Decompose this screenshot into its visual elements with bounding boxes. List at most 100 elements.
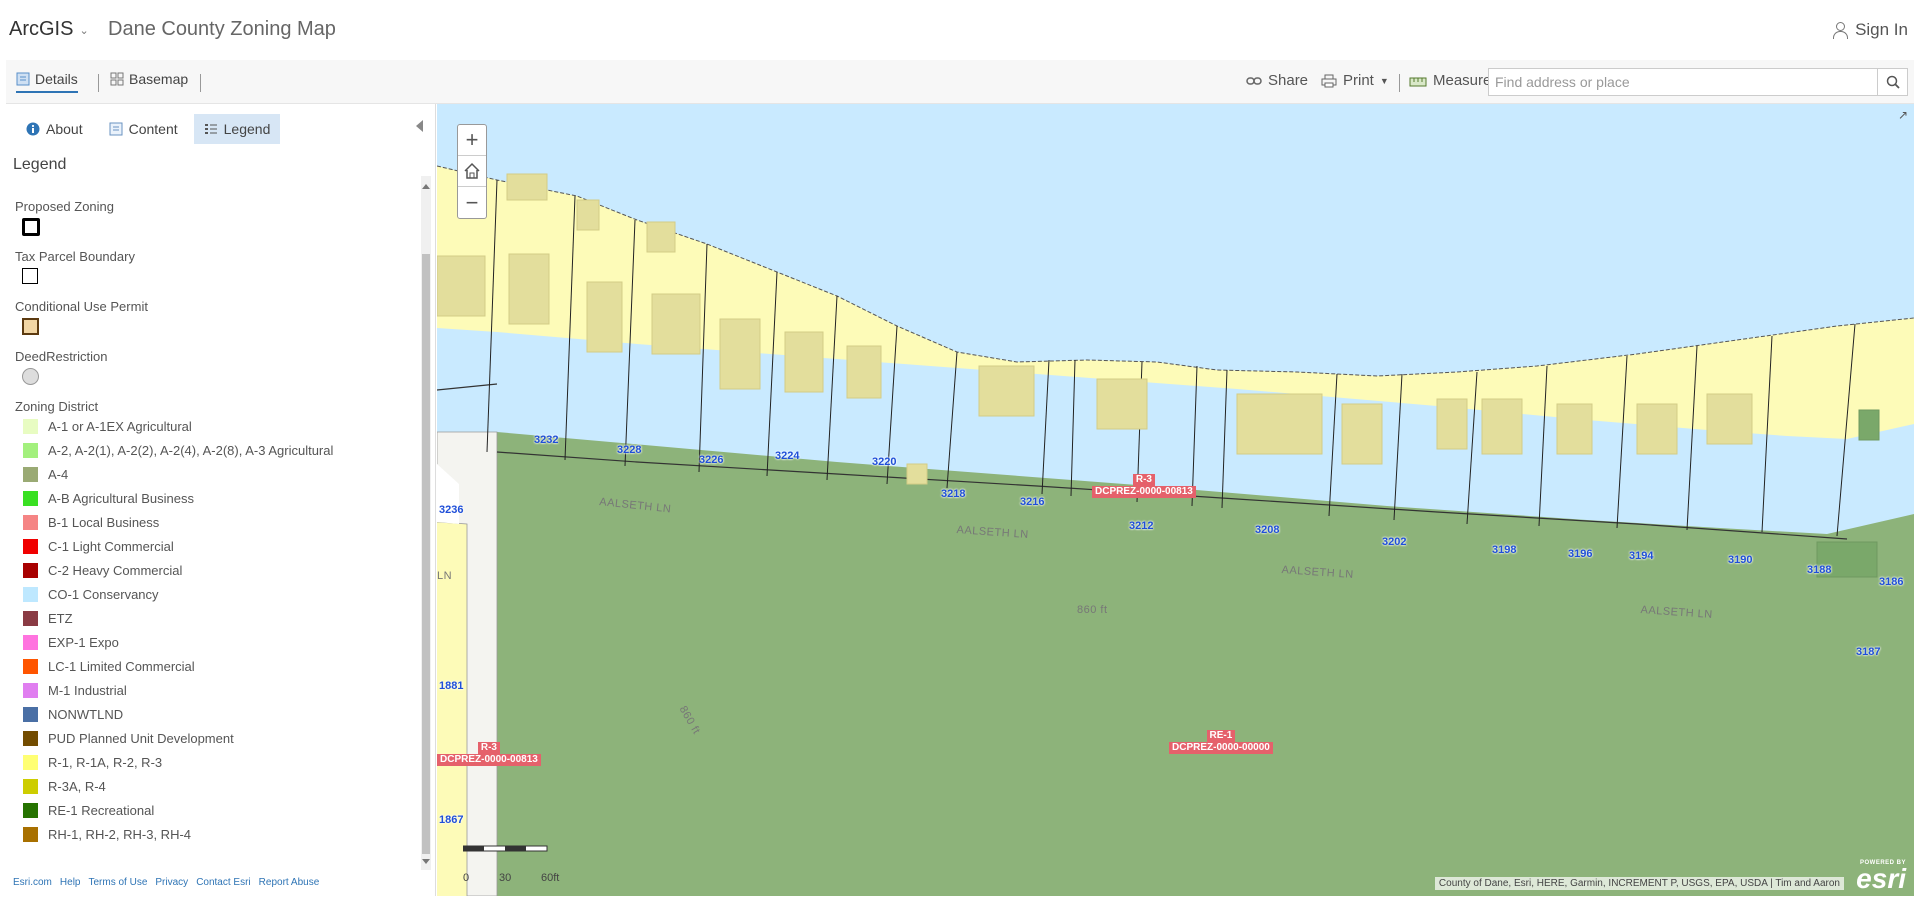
map-view[interactable]: 3232 3228 3226 3224 3220 3218 3216 3212 3208 3202…: [437, 104, 1914, 896]
proposed-zoning-symbol: [22, 218, 40, 236]
legend-zone-item: ETZ: [23, 611, 73, 626]
zone-label: A-1 or A-1EX Agricultural: [48, 419, 192, 434]
zone-swatch: [23, 419, 38, 434]
legend-icon: [204, 124, 217, 134]
search-button[interactable]: [1877, 69, 1907, 95]
tab-content[interactable]: Content: [99, 114, 188, 144]
legend-section-deed: DeedRestriction: [15, 349, 108, 364]
parcel-number[interactable]: 3187: [1856, 646, 1880, 658]
footer-links: Esri.com Help Terms of Use Privacy Conta…: [13, 877, 319, 888]
tab-legend[interactable]: Legend: [193, 114, 281, 144]
tab-details[interactable]: Details: [16, 71, 78, 93]
footer-link[interactable]: Contact Esri: [196, 877, 250, 888]
parcel-number[interactable]: 3198: [1492, 544, 1516, 556]
parcel-number[interactable]: 3188: [1807, 564, 1831, 576]
zoom-controls: + −: [457, 124, 487, 219]
scale-bar: [462, 840, 553, 858]
share-button[interactable]: Share: [1246, 72, 1308, 89]
legend-section-tax-parcel: Tax Parcel Boundary: [15, 249, 135, 264]
zone-label: R-1, R-1A, R-2, R-3: [48, 755, 163, 770]
zone-label: NONWTLND: [48, 707, 124, 722]
zone-swatch: [23, 587, 38, 602]
zone-code: RE-1: [1206, 730, 1236, 742]
zone-swatch: [23, 683, 38, 698]
legend-zone-item: EXP-1 Expo: [23, 635, 119, 650]
legend-zone-item: A-1 or A-1EX Agricultural: [23, 419, 192, 434]
user-icon: [1833, 22, 1849, 39]
arcgis-menu[interactable]: ArcGIS ⌄: [9, 18, 89, 41]
scale-label: 0: [463, 872, 470, 884]
map-canvas[interactable]: [437, 104, 1914, 896]
footer-link[interactable]: Terms of Use: [88, 877, 147, 888]
zoning-case-label[interactable]: R-3 DCPREZ-0000-00813: [1092, 474, 1196, 498]
legend-section-zoning: Zoning District: [15, 399, 99, 414]
search-input[interactable]: [1489, 69, 1869, 95]
parcel-number[interactable]: 3186: [1879, 576, 1903, 588]
zone-label: A-B Agricultural Business: [48, 491, 194, 506]
expand-icon[interactable]: ↗: [1898, 108, 1908, 122]
measure-button[interactable]: Measure: [1409, 72, 1491, 89]
parcel-number[interactable]: 3220: [872, 456, 896, 468]
tab-about-label: About: [46, 121, 83, 137]
zone-label: RE-1 Recreational: [48, 803, 155, 818]
footer-link[interactable]: Report Abuse: [259, 877, 320, 888]
zone-label: LC-1 Limited Commercial: [48, 659, 195, 674]
parcel-number[interactable]: 3190: [1728, 554, 1752, 566]
esri-logo[interactable]: POWERED BY esri: [1856, 860, 1906, 894]
legend-zone-item: M-1 Industrial: [23, 683, 127, 698]
scroll-down-icon[interactable]: [422, 859, 430, 864]
zone-code: R-3: [1132, 474, 1155, 486]
search-icon: [1886, 75, 1900, 89]
zone-label: C-1 Light Commercial: [48, 539, 174, 554]
sign-in-button[interactable]: Sign In: [1833, 20, 1908, 40]
scroll-thumb[interactable]: [422, 254, 430, 854]
zoning-case-label[interactable]: RE-1 DCPREZ-0000-00000: [1169, 730, 1273, 754]
zone-label: A-4: [48, 467, 69, 482]
parcel-number[interactable]: 3226: [699, 454, 723, 466]
parcel-number[interactable]: 3196: [1568, 548, 1592, 560]
parcel-number[interactable]: 3236: [439, 504, 463, 516]
legend-zone-item: C-1 Light Commercial: [23, 539, 174, 554]
tab-about[interactable]: About: [16, 114, 93, 144]
parcel-number[interactable]: 1867: [439, 814, 463, 826]
parcel-number[interactable]: 3194: [1629, 550, 1653, 562]
zoom-in-button[interactable]: +: [458, 125, 486, 156]
zone-swatch: [23, 539, 38, 554]
legend-zone-item: R-3A, R-4: [23, 779, 106, 794]
zoning-case-label[interactable]: R-3 DCPREZ-0000-00813: [437, 742, 541, 766]
zone-swatch: [23, 563, 38, 578]
brand-label: ArcGIS: [9, 18, 74, 40]
zone-label: RH-1, RH-2, RH-3, RH-4: [48, 827, 192, 842]
footer-link[interactable]: Help: [60, 877, 81, 888]
parcel-number[interactable]: 3202: [1382, 536, 1406, 548]
zone-swatch: [23, 755, 38, 770]
deed-restriction-symbol: [22, 368, 39, 385]
app-header: ArcGIS ⌄ Dane County Zoning Map Sign In: [0, 0, 1920, 60]
home-button[interactable]: [458, 156, 486, 187]
footer-link[interactable]: Privacy: [155, 877, 188, 888]
collapse-panel-icon[interactable]: [416, 120, 423, 132]
zoom-out-button[interactable]: −: [458, 187, 486, 218]
footer-link[interactable]: Esri.com: [13, 877, 52, 888]
parcel-number[interactable]: 3232: [534, 434, 558, 446]
rezone-case-id: DCPREZ-0000-00813: [437, 754, 541, 766]
zone-swatch: [23, 803, 38, 818]
parcel-number[interactable]: 1881: [439, 680, 463, 692]
esri-wordmark: esri: [1856, 863, 1906, 894]
legend-section-proposed: Proposed Zoning: [15, 199, 115, 214]
parcel-number[interactable]: 3224: [775, 450, 799, 462]
measure-label: Measure: [1433, 72, 1492, 89]
legend-scrollbar[interactable]: [421, 176, 431, 870]
parcel-number[interactable]: 3216: [1020, 496, 1044, 508]
tab-basemap[interactable]: Basemap: [110, 71, 188, 87]
zone-swatch: [23, 731, 38, 746]
parcel-number[interactable]: 3212: [1129, 520, 1153, 532]
parcel-number[interactable]: 3228: [617, 444, 641, 456]
parcel-number[interactable]: 3218: [941, 488, 965, 500]
printer-icon: [1321, 74, 1337, 87]
zone-code: R-3: [477, 742, 500, 754]
legend-zone-item: A-2, A-2(1), A-2(2), A-2(4), A-2(8), A-3…: [23, 443, 333, 458]
print-button[interactable]: Print ▼: [1321, 72, 1389, 89]
parcel-number[interactable]: 3208: [1255, 524, 1279, 536]
scroll-up-icon[interactable]: [422, 184, 430, 189]
